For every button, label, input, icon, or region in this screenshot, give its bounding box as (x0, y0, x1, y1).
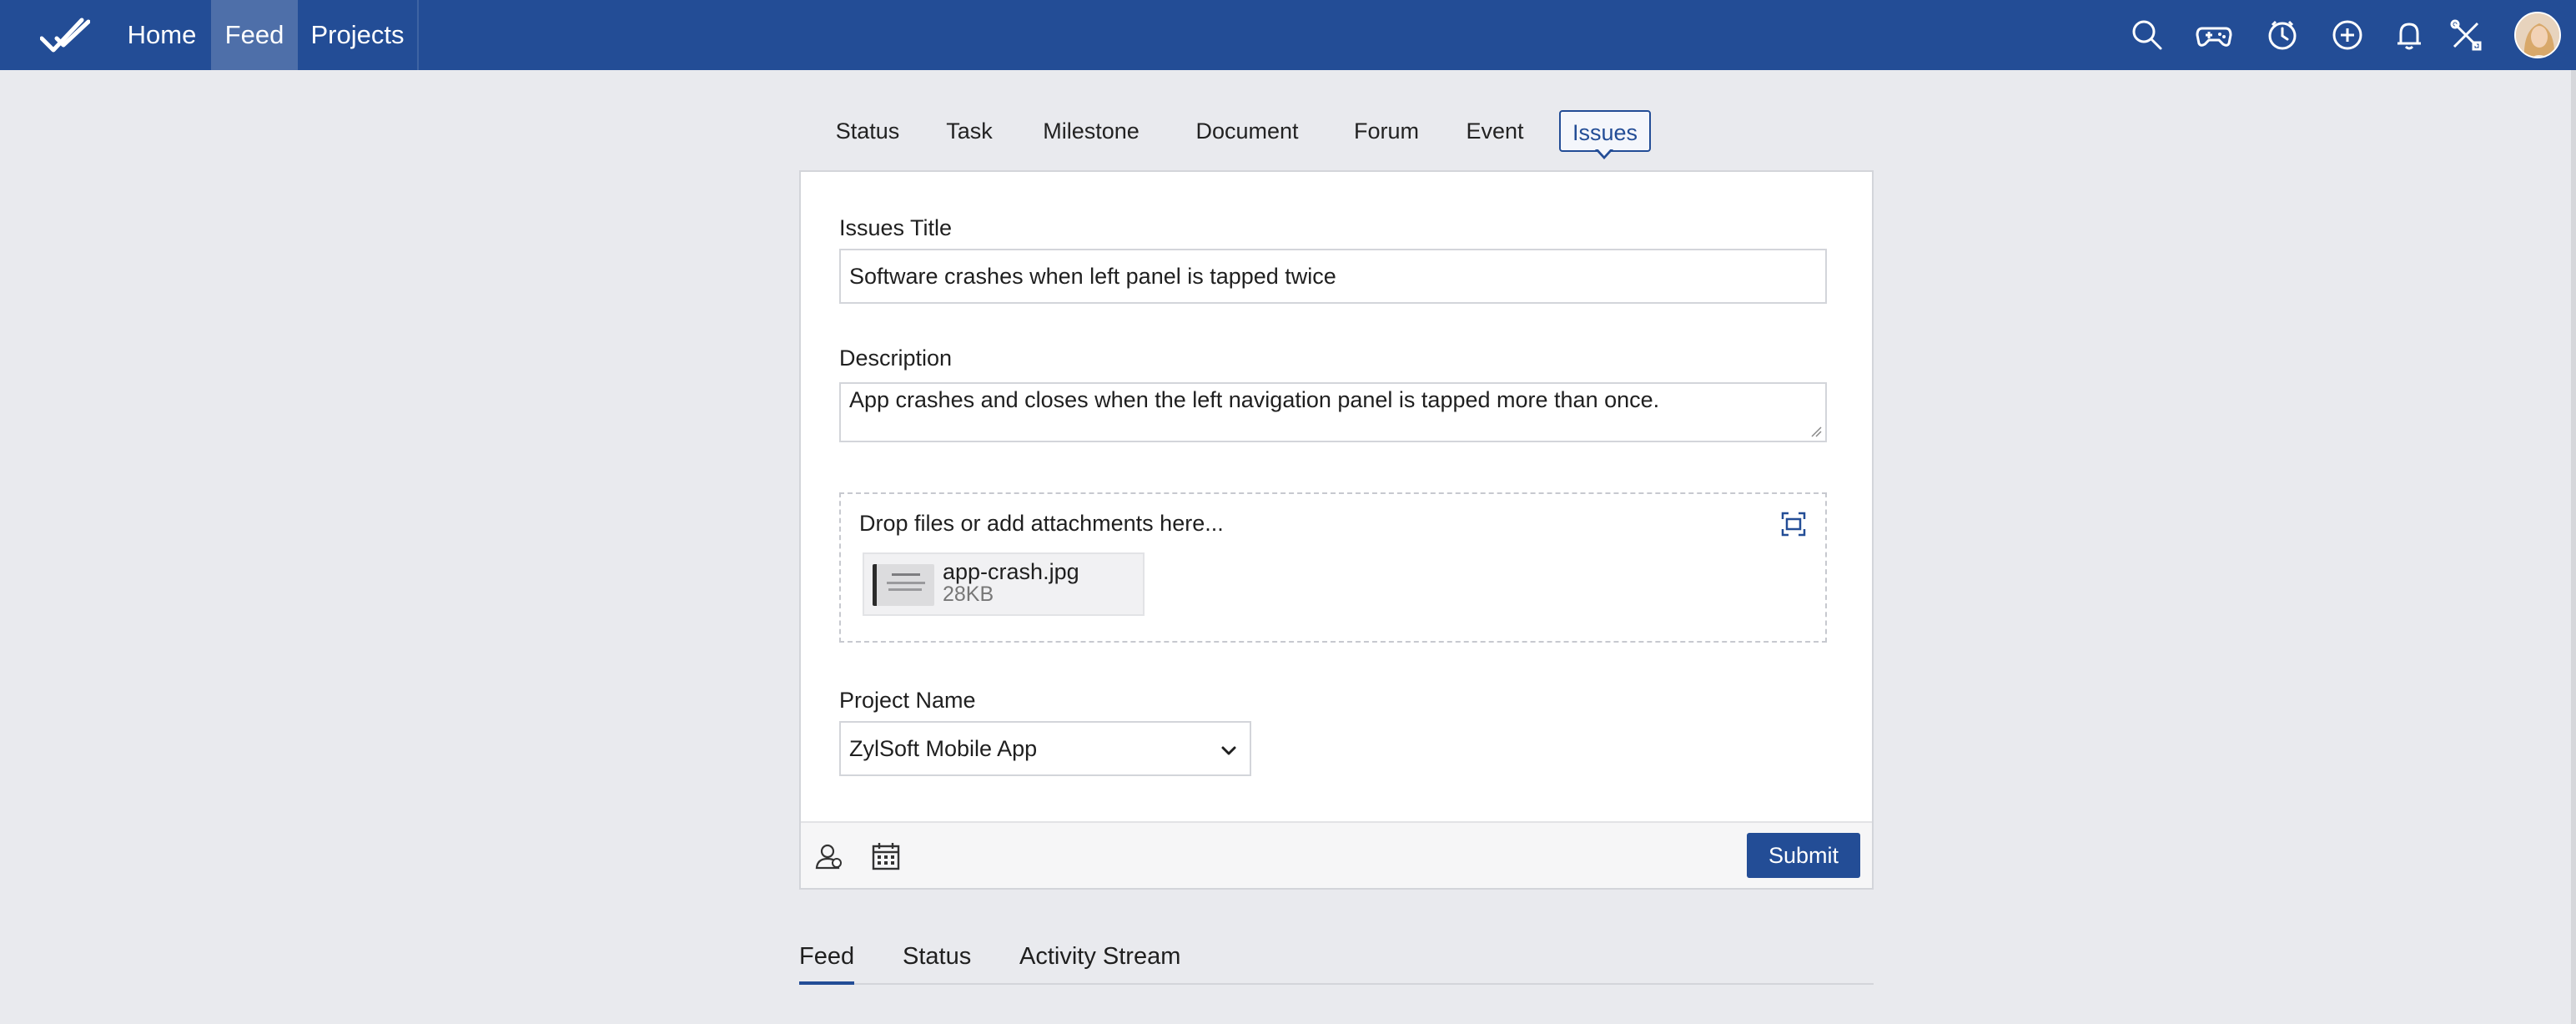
nav-feed[interactable]: Feed (211, 0, 298, 70)
expand-icon[interactable] (1780, 511, 1807, 537)
tab-issues[interactable]: Issues (1559, 110, 1651, 152)
attachment-item[interactable]: app-crash.jpg 28KB (863, 552, 1145, 616)
submit-button[interactable]: Submit (1747, 833, 1860, 878)
tab-status[interactable]: Status (818, 110, 918, 152)
add-icon[interactable] (2329, 17, 2366, 53)
gamepad-icon[interactable] (2196, 17, 2232, 53)
attachment-thumbnail (873, 564, 934, 606)
active-tab-caret (1595, 148, 1613, 159)
project-name-value: ZylSoft Mobile App (849, 736, 1038, 761)
description-text: App crashes and closes when the left nav… (849, 387, 1660, 412)
project-name-select[interactable]: ZylSoft Mobile App (839, 721, 1251, 776)
nav-home[interactable]: Home (113, 0, 210, 70)
top-navigation-bar: Home Feed Projects (0, 0, 2576, 70)
resize-grip-icon[interactable] (1810, 426, 1822, 437)
description-textarea[interactable]: App crashes and closes when the left nav… (839, 382, 1827, 442)
calendar-icon[interactable] (871, 841, 901, 871)
issue-form-card: Issues Title Software crashes when left … (799, 170, 1874, 890)
user-avatar[interactable] (2514, 12, 2561, 58)
tab-event[interactable]: Event (1455, 110, 1535, 152)
attachment-dropzone[interactable]: Drop files or add attachments here... ap… (839, 492, 1827, 643)
page-scrollbar[interactable] (2571, 70, 2576, 1024)
tab-task[interactable]: Task (934, 110, 1004, 152)
timer-icon[interactable] (2264, 17, 2301, 53)
tab-activity-stream[interactable]: Activity Stream (1019, 943, 1180, 983)
tab-document[interactable]: Document (1185, 110, 1310, 152)
tab-feed-status[interactable]: Status (903, 943, 971, 983)
tab-feed[interactable]: Feed (799, 943, 855, 985)
tab-milestone[interactable]: Milestone (1031, 110, 1151, 152)
issues-title-label: Issues Title (839, 215, 953, 240)
search-icon[interactable] (2129, 17, 2166, 53)
form-footer: Submit (801, 821, 1872, 888)
description-label: Description (839, 346, 953, 371)
chevron-down-icon (1221, 746, 1236, 755)
tools-icon[interactable] (2448, 17, 2484, 53)
issues-title-input[interactable]: Software crashes when left panel is tapp… (839, 249, 1827, 304)
nav-projects[interactable]: Projects (298, 0, 419, 70)
bell-icon[interactable] (2391, 17, 2428, 53)
attachment-name: app-crash.jpg (943, 559, 1079, 584)
dropzone-text: Drop files or add attachments here... (859, 511, 1224, 536)
assign-user-icon[interactable] (814, 841, 844, 871)
app-logo-icon[interactable] (39, 15, 91, 57)
feed-tabs: Feed Status Activity Stream (799, 935, 1874, 985)
tab-forum[interactable]: Forum (1343, 110, 1430, 152)
attachment-size: 28KB (943, 583, 994, 606)
project-name-label: Project Name (839, 688, 976, 713)
